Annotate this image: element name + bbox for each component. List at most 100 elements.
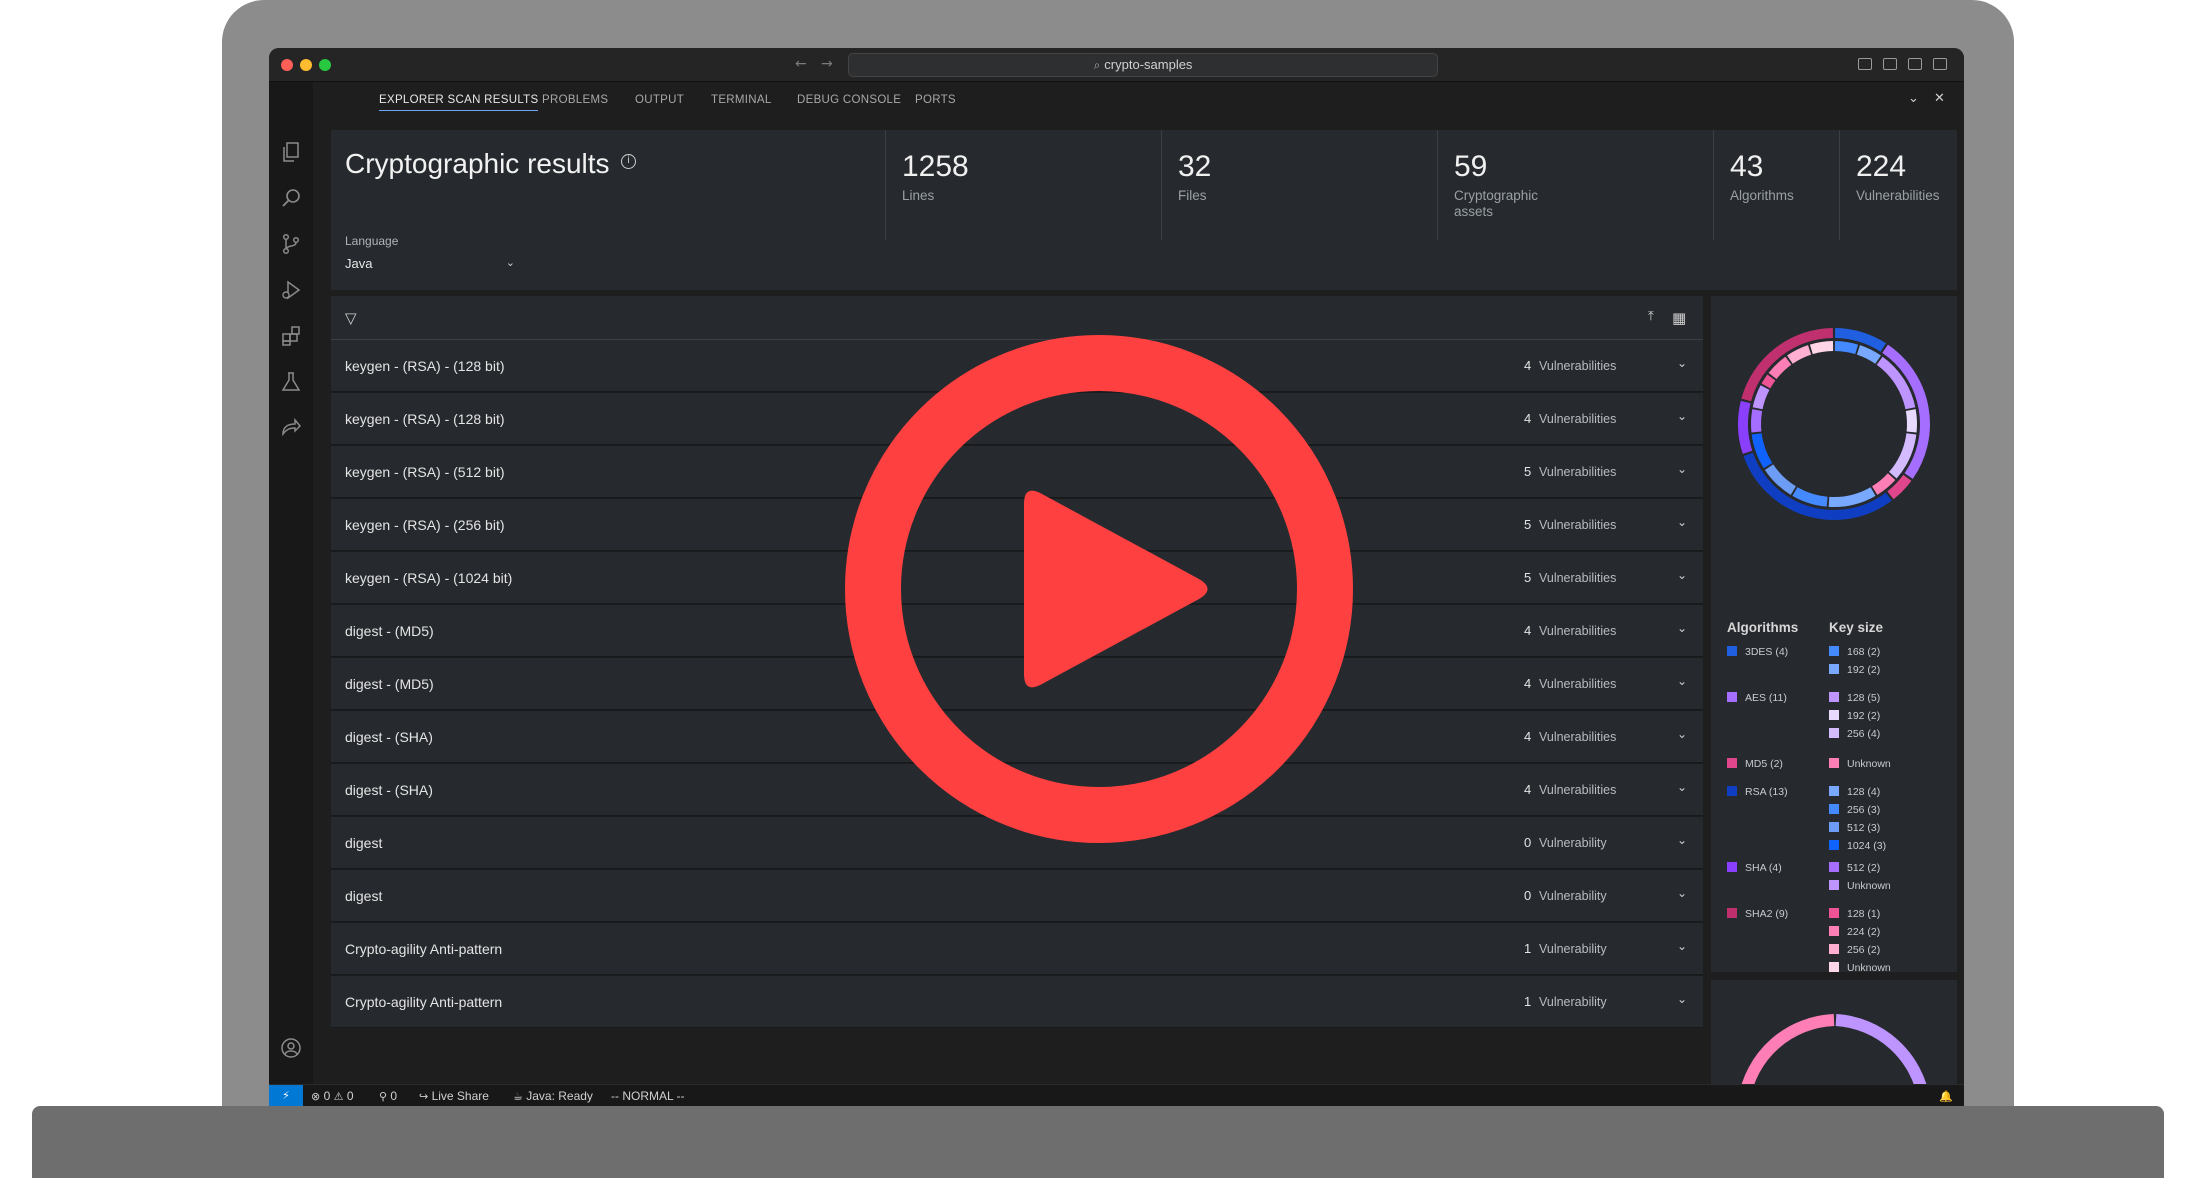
legend-algorithm-label: 3DES (4) bbox=[1745, 646, 1789, 658]
info-icon[interactable]: i bbox=[621, 154, 636, 169]
chevron-down-icon[interactable]: ⌄ bbox=[1677, 462, 1687, 476]
extensions-icon[interactable] bbox=[279, 324, 303, 348]
chevron-down-icon[interactable]: ⌄ bbox=[1677, 356, 1687, 370]
result-row[interactable]: Crypto-agility Anti-pattern 1 Vulnerabilit… bbox=[331, 976, 1703, 1028]
customize-layout-icon[interactable] bbox=[1933, 58, 1947, 70]
algorithm-slice-4[interactable] bbox=[1738, 400, 1753, 454]
chevron-down-icon[interactable]: ⌄ bbox=[1677, 621, 1687, 635]
back-arrow-icon[interactable]: ← bbox=[795, 56, 807, 72]
stat-cryptographic-assets: 59 Cryptographic assets bbox=[1437, 130, 1713, 240]
legend-algorithm-label: MD5 (2) bbox=[1745, 758, 1783, 770]
legend-key-size[interactable]: 1024 (3) bbox=[1829, 840, 1886, 854]
secondary-chart-panel bbox=[1711, 980, 1957, 1100]
legend-algorithm[interactable]: RSA (13) bbox=[1727, 786, 1788, 800]
legend-key-size[interactable]: 256 (4) bbox=[1829, 728, 1880, 742]
chevron-down-icon[interactable]: ⌄ bbox=[1677, 833, 1687, 847]
toggle-primary-sidebar-icon[interactable] bbox=[1858, 58, 1872, 70]
chart-view-icon[interactable]: ▦ bbox=[1672, 309, 1686, 327]
key-size-slice-7[interactable] bbox=[1792, 487, 1828, 507]
source-control-icon[interactable] bbox=[279, 232, 303, 256]
result-row[interactable]: digest 0 Vulnerability ⌄ bbox=[331, 870, 1703, 922]
legend-key-size[interactable]: 256 (3) bbox=[1829, 804, 1880, 818]
legend-key-size[interactable]: Unknown bbox=[1829, 758, 1891, 772]
legend-key-size[interactable]: Unknown bbox=[1829, 880, 1891, 894]
key-size-slice-15[interactable] bbox=[1809, 341, 1834, 355]
command-center-search[interactable]: ⌕ crypto-samples bbox=[848, 53, 1438, 77]
toggle-panel-icon[interactable] bbox=[1883, 58, 1897, 70]
close-window-button[interactable] bbox=[281, 59, 293, 71]
key-size-slice-14[interactable] bbox=[1787, 345, 1812, 364]
explorer-icon[interactable] bbox=[279, 140, 303, 164]
tab-terminal[interactable]: TERMINAL bbox=[711, 94, 772, 106]
testing-flask-icon[interactable] bbox=[279, 370, 303, 394]
legend-algorithm[interactable]: SHA2 (9) bbox=[1727, 908, 1788, 922]
result-row[interactable]: Crypto-agility Anti-pattern 1 Vulnerabilit… bbox=[331, 923, 1703, 975]
chevron-down-icon[interactable]: ⌄ bbox=[1677, 727, 1687, 741]
legend-algorithm-label: SHA2 (9) bbox=[1745, 908, 1789, 920]
key-size-slice-3[interactable] bbox=[1905, 409, 1917, 433]
legend-key-size[interactable]: 192 (2) bbox=[1829, 710, 1880, 724]
key-size-slice-5[interactable] bbox=[1871, 473, 1896, 495]
legend-key-size[interactable]: Unknown bbox=[1829, 962, 1891, 976]
forward-arrow-icon[interactable]: → bbox=[821, 56, 833, 72]
key-size-slice-0[interactable] bbox=[1834, 341, 1859, 355]
key-size-slice-11[interactable] bbox=[1752, 385, 1770, 410]
ports-status[interactable]: ⚲ 0 bbox=[379, 1089, 397, 1103]
tab-output[interactable]: OUTPUT bbox=[635, 94, 684, 106]
tab-debug-console[interactable]: DEBUG CONSOLE bbox=[797, 94, 901, 106]
legend-key-size[interactable]: 128 (5) bbox=[1829, 692, 1880, 706]
chevron-down-icon[interactable]: ⌄ bbox=[1677, 674, 1687, 688]
run-debug-icon[interactable] bbox=[279, 278, 303, 302]
chevron-down-icon[interactable]: ⌄ bbox=[1908, 91, 1919, 106]
language-dropdown[interactable]: Java ⌄ bbox=[345, 256, 515, 280]
search-icon[interactable] bbox=[279, 186, 303, 210]
tab-explorer-scan-results[interactable]: EXPLORER SCAN RESULTS bbox=[379, 94, 539, 111]
maximize-window-button[interactable] bbox=[319, 59, 331, 71]
export-icon[interactable]: ⤒ bbox=[1648, 309, 1654, 324]
accounts-icon[interactable] bbox=[279, 1036, 303, 1060]
remote-indicator-icon[interactable]: ⚡ bbox=[269, 1085, 303, 1106]
legend-algorithm[interactable]: 3DES (4) bbox=[1727, 646, 1788, 660]
problems-status[interactable]: ⊗ 0 ⚠ 0 bbox=[311, 1089, 354, 1103]
search-icon: ⌕ bbox=[1093, 58, 1101, 72]
tab-ports[interactable]: PORTS bbox=[915, 94, 956, 106]
legend-key-size[interactable]: 256 (2) bbox=[1829, 944, 1880, 958]
legend-key-size-label: 192 (2) bbox=[1847, 664, 1881, 676]
chevron-down-icon[interactable]: ⌄ bbox=[1677, 992, 1687, 1006]
minimize-window-button[interactable] bbox=[300, 59, 312, 71]
legend-key-size[interactable]: 224 (2) bbox=[1829, 926, 1880, 940]
filter-icon[interactable]: ▽ bbox=[345, 309, 357, 327]
chevron-down-icon[interactable]: ⌄ bbox=[1677, 939, 1687, 953]
legend-algorithm[interactable]: SHA (4) bbox=[1727, 862, 1782, 876]
key-size-slice-6[interactable] bbox=[1828, 487, 1876, 507]
key-size-slice-10[interactable] bbox=[1751, 409, 1763, 433]
chevron-down-icon[interactable]: ⌄ bbox=[1677, 515, 1687, 529]
live-share-status[interactable]: ↪ Live Share bbox=[419, 1089, 489, 1103]
legend-key-size[interactable]: 168 (2) bbox=[1829, 646, 1880, 660]
tab-problems[interactable]: PROBLEMS bbox=[542, 94, 608, 106]
chevron-down-icon[interactable]: ⌄ bbox=[1677, 886, 1687, 900]
legend-algorithm[interactable]: MD5 (2) bbox=[1727, 758, 1783, 772]
legend-key-size[interactable]: 192 (2) bbox=[1829, 664, 1880, 678]
key-size-slice-9[interactable] bbox=[1751, 433, 1773, 469]
key-size-slice-12[interactable] bbox=[1761, 374, 1776, 389]
java-status[interactable]: ☕ Java: Ready bbox=[513, 1089, 593, 1103]
live-share-icon[interactable] bbox=[279, 416, 303, 440]
key-size-slice-13[interactable] bbox=[1768, 356, 1792, 380]
language-label: Language bbox=[345, 234, 399, 248]
notifications-bell-icon[interactable]: 🔔 bbox=[1939, 1089, 1953, 1103]
toggle-secondary-sidebar-icon[interactable] bbox=[1908, 58, 1922, 70]
legend-key-size[interactable]: 128 (1) bbox=[1829, 908, 1880, 922]
play-video-icon[interactable] bbox=[844, 334, 1354, 844]
legend-key-size[interactable]: 512 (3) bbox=[1829, 822, 1880, 836]
vulnerability-label: Vulnerabilities bbox=[1539, 783, 1617, 797]
legend-algorithm[interactable]: AES (11) bbox=[1727, 692, 1787, 706]
key-size-slice-1[interactable] bbox=[1856, 345, 1881, 364]
chevron-down-icon[interactable]: ⌄ bbox=[1677, 568, 1687, 582]
chevron-down-icon[interactable]: ⌄ bbox=[1677, 780, 1687, 794]
legend-key-size[interactable]: 512 (2) bbox=[1829, 862, 1880, 876]
vulnerability-label: Vulnerabilities bbox=[1539, 677, 1617, 691]
close-panel-icon[interactable]: ✕ bbox=[1934, 91, 1945, 106]
legend-key-size[interactable]: 128 (4) bbox=[1829, 786, 1880, 800]
chevron-down-icon[interactable]: ⌄ bbox=[1677, 409, 1687, 423]
